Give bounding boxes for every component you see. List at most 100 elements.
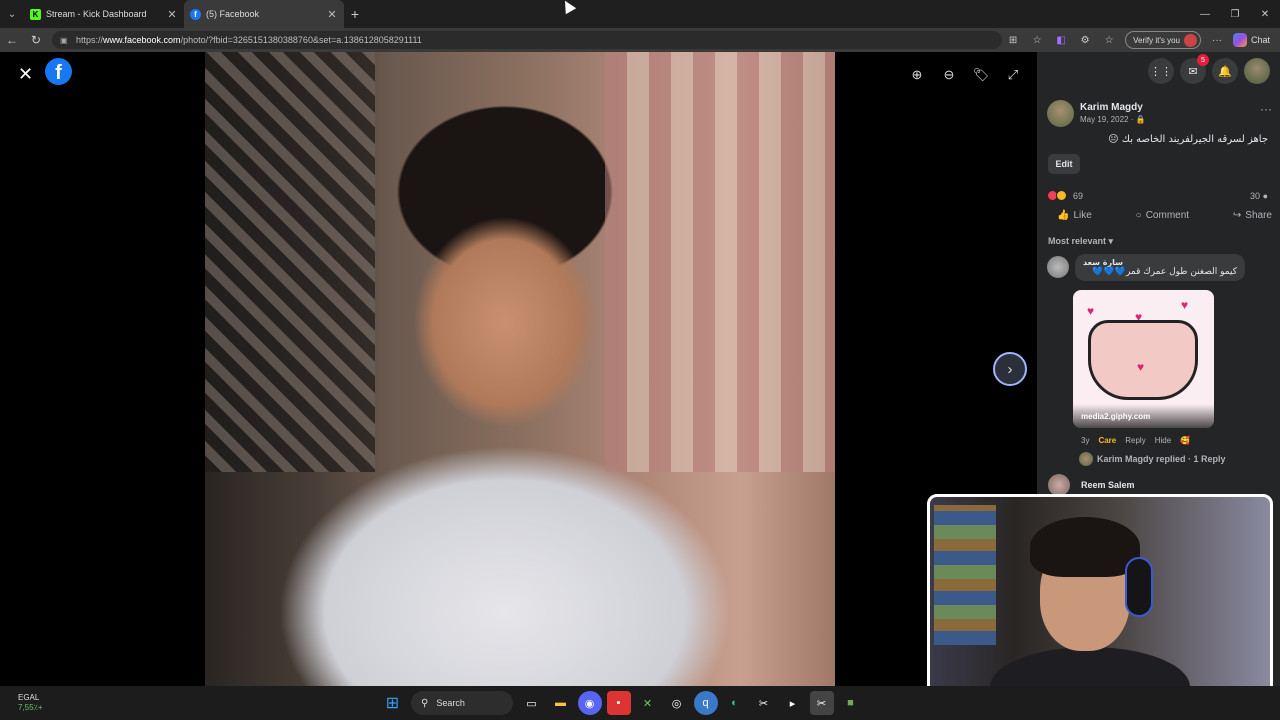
- app-available-icon[interactable]: ⊞: [1001, 28, 1025, 52]
- view-replies-link[interactable]: Karim Magdy replied · 1 Reply: [1079, 452, 1226, 466]
- comment-bubble-icon: ●: [1262, 191, 1268, 201]
- giphy-attachment[interactable]: ♥ ♥ ♥ ♥ media2.giphy.com: [1073, 290, 1214, 428]
- task-view-icon[interactable]: ▭: [520, 691, 544, 715]
- search-icon: ⚲: [421, 697, 429, 709]
- close-viewer-icon[interactable]: ✕: [18, 64, 33, 85]
- tab-kick-dashboard[interactable]: K Stream - Kick Dashboard ✕: [24, 0, 184, 28]
- heart-icon: ♥: [1087, 304, 1095, 318]
- refresh-icon[interactable]: ↻: [24, 33, 48, 47]
- comment-sort-dropdown[interactable]: Most relevant ▾: [1048, 236, 1113, 247]
- new-tab-button[interactable]: +: [344, 6, 366, 22]
- favorite-star-icon[interactable]: ☆: [1025, 28, 1049, 52]
- poster-name[interactable]: Karim Magdy: [1080, 102, 1143, 113]
- favorites-icon[interactable]: ☆: [1097, 28, 1121, 52]
- post-more-icon[interactable]: ···: [1260, 102, 1272, 116]
- url-field[interactable]: ▣ https://www.facebook.com/photo/?fbid=3…: [52, 31, 1002, 49]
- url-prefix: https://: [76, 35, 104, 45]
- tag-icon[interactable]: 🏷: [965, 64, 997, 86]
- capcut-active-icon[interactable]: ✂: [809, 691, 834, 715]
- taskbar-apps: ⊞ ⚲ Search ▭ ▬ ◉ ▪ ✕ ◎ q ◐ ✂ ▸ ✂ ■: [378, 691, 865, 715]
- poster-avatar[interactable]: [1047, 100, 1074, 127]
- market-widget[interactable]: EGAL 7,55٪+: [18, 693, 43, 713]
- minecraft-icon[interactable]: ■: [839, 691, 863, 715]
- close-window-icon[interactable]: ✕: [1250, 0, 1280, 28]
- post-caption: جاهز لسرقه الجيرلفريند الخاصه بك 😐: [1108, 134, 1268, 145]
- giphy-source[interactable]: media2.giphy.com: [1073, 404, 1214, 428]
- edge-icon[interactable]: ◐: [723, 691, 747, 715]
- reaction-summary[interactable]: 69: [1047, 190, 1083, 201]
- care-reaction-icon: [1056, 190, 1067, 201]
- xbox-icon[interactable]: ✕: [636, 691, 660, 715]
- extensions-puzzle-icon[interactable]: ⚙: [1073, 28, 1097, 52]
- copilot-chat-button[interactable]: Chat: [1232, 33, 1270, 47]
- url-path: /photo/?fbid=3265151380388760&set=a.1386…: [180, 35, 422, 45]
- photo-background-pattern: [205, 52, 375, 472]
- share-button[interactable]: ↪ Share: [1233, 210, 1272, 221]
- facebook-icon: f: [190, 8, 201, 20]
- qbittorrent-icon[interactable]: q: [693, 691, 718, 715]
- comment-button[interactable]: ○ Comment: [1136, 210, 1189, 221]
- kick-icon: K: [30, 8, 41, 20]
- privacy-lock-icon: 🔒: [1135, 115, 1146, 124]
- commenter-name[interactable]: سارة سعد: [1083, 258, 1237, 267]
- capcut-icon[interactable]: ✂: [752, 691, 776, 715]
- caret-down-icon: ▾: [1108, 236, 1114, 246]
- taskbar-search[interactable]: ⚲ Search: [411, 691, 513, 715]
- commenter-avatar[interactable]: [1048, 474, 1070, 496]
- wall-posters: [934, 505, 996, 645]
- extension-icon[interactable]: ◧: [1049, 28, 1073, 52]
- verify-label: Verify it's you: [1133, 35, 1180, 45]
- heart-icon: ♥: [1181, 298, 1189, 312]
- facebook-logo-icon[interactable]: f: [45, 58, 72, 85]
- terminal-icon[interactable]: ▸: [781, 691, 805, 715]
- restore-icon[interactable]: ❐: [1220, 0, 1250, 28]
- chat-label: Chat: [1250, 35, 1270, 45]
- tab-actions-menu[interactable]: ⌄: [0, 0, 24, 28]
- next-photo-button[interactable]: ›: [993, 352, 1027, 386]
- edit-button[interactable]: Edit: [1048, 154, 1080, 174]
- panel-top-actions: ⋮⋮ ✉ 5 🔔: [1142, 54, 1270, 84]
- tab-facebook[interactable]: f (5) Facebook ✕: [184, 0, 344, 28]
- webcam-overlay: [927, 494, 1273, 714]
- discord-icon[interactable]: ◉: [577, 691, 602, 715]
- windows-start-icon[interactable]: ⊞: [381, 691, 405, 715]
- more-options-icon[interactable]: ···: [1205, 28, 1229, 52]
- menu-grid-icon[interactable]: ⋮⋮: [1148, 58, 1174, 84]
- window-controls: — ❐ ✕: [1190, 0, 1280, 28]
- headset: [1125, 557, 1153, 617]
- minimize-icon[interactable]: —: [1190, 0, 1220, 28]
- hide-button[interactable]: Hide: [1155, 436, 1171, 445]
- commenter-avatar[interactable]: [1047, 256, 1069, 278]
- account-avatar[interactable]: [1244, 58, 1270, 84]
- market-title: EGAL: [18, 693, 40, 702]
- like-button[interactable]: 👍 Like: [1057, 210, 1092, 221]
- reply-button[interactable]: Reply: [1125, 436, 1145, 445]
- site-info-icon[interactable]: ▣: [60, 36, 70, 45]
- reaction-count: 69: [1073, 190, 1084, 201]
- photo-viewer: ✕ f ⊕ ⊖ 🏷 ⤢ ›: [0, 52, 1037, 686]
- comment-bubble: سارة سعد كيمو الصغنن طول عمرك قمر💙💙💙: [1075, 254, 1245, 281]
- commenter-name[interactable]: Reem Salem: [1081, 480, 1135, 490]
- care-reaction-button[interactable]: Care: [1098, 436, 1116, 445]
- zoom-out-icon[interactable]: ⊖: [933, 64, 965, 86]
- back-icon[interactable]: ←: [0, 33, 24, 47]
- messenger-badge: 5: [1197, 54, 1209, 66]
- notifications-bell-icon[interactable]: 🔔: [1212, 58, 1238, 84]
- close-tab-icon[interactable]: ✕: [326, 8, 338, 21]
- comment-icon: ○: [1135, 210, 1142, 221]
- comment-count[interactable]: 30 ●: [1250, 191, 1268, 201]
- file-explorer-icon[interactable]: ▬: [549, 691, 573, 715]
- thumbs-up-icon: 👍: [1057, 210, 1070, 221]
- copilot-icon: [1232, 33, 1247, 47]
- comment-time[interactable]: 3y: [1081, 436, 1089, 445]
- post-date[interactable]: May 19, 2022 · 🔒: [1080, 115, 1146, 124]
- browser-tab-bar: ⌄ K Stream - Kick Dashboard ✕ f (5) Face…: [0, 0, 1280, 28]
- fullscreen-icon[interactable]: ⤢: [997, 64, 1029, 86]
- messenger-icon[interactable]: ✉ 5: [1180, 54, 1209, 84]
- app-red-icon[interactable]: ▪: [606, 691, 631, 715]
- comment-item: Reem Salem: [1048, 474, 1135, 496]
- zoom-in-icon[interactable]: ⊕: [901, 64, 933, 86]
- github-icon[interactable]: ◎: [665, 691, 689, 715]
- close-tab-icon[interactable]: ✕: [166, 8, 178, 21]
- verify-profile-button[interactable]: Verify it's you: [1125, 31, 1201, 49]
